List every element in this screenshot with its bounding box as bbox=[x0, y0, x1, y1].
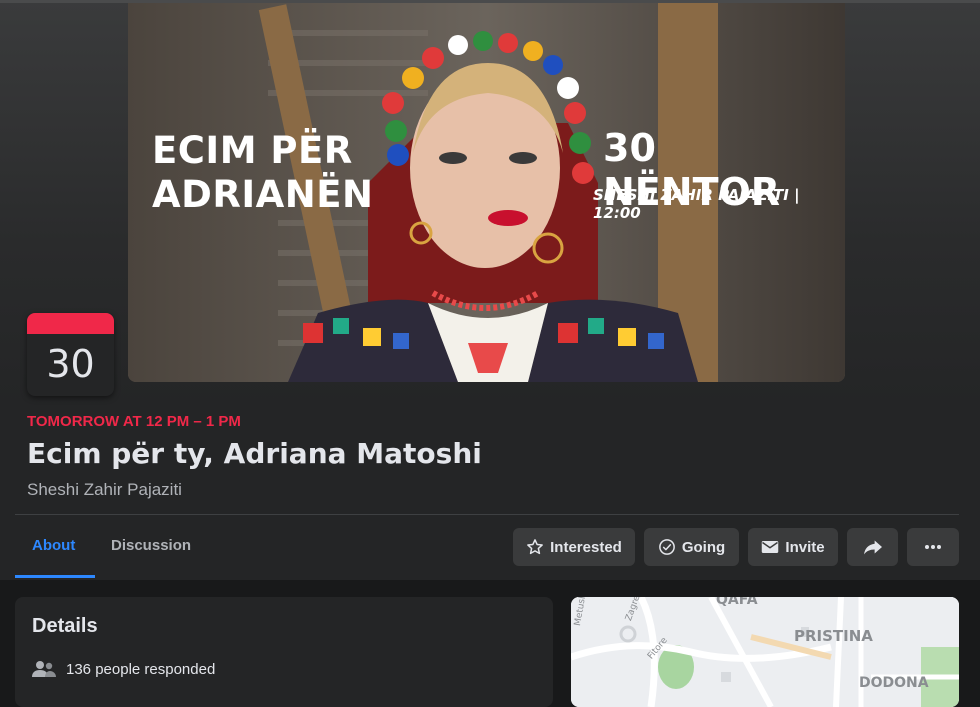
interested-label: Interested bbox=[550, 538, 622, 556]
cover-headline-line2: ADRIANËN bbox=[152, 173, 374, 216]
calendar-badge: 30 bbox=[27, 313, 114, 396]
more-options-button[interactable] bbox=[907, 528, 959, 566]
responded-count[interactable]: 136 people responded bbox=[66, 661, 215, 678]
going-label: Going bbox=[681, 538, 726, 556]
map-label-dodona: DODONA bbox=[859, 675, 929, 691]
event-location[interactable]: Sheshi Zahir Pajaziti bbox=[27, 480, 182, 500]
calendar-day: 30 bbox=[46, 342, 95, 386]
details-card: Details 136 people responded bbox=[15, 597, 553, 707]
cover-headline-line1: ECIM PËR bbox=[152, 129, 353, 172]
check-circle-icon bbox=[658, 539, 675, 555]
cover-place-time: SHESHI ZAHIR PAJAZITI | 12:00 bbox=[593, 186, 800, 222]
people-icon bbox=[32, 661, 56, 677]
cover-photo[interactable]: ECIM PËR ADRIANËN 30 NËNTOR SHESHI ZAHIR… bbox=[128, 3, 845, 382]
active-tab-indicator bbox=[15, 575, 95, 578]
tab-about[interactable]: About bbox=[32, 537, 75, 554]
more-dots-icon bbox=[925, 545, 941, 549]
divider bbox=[15, 514, 959, 515]
invite-label: Invite bbox=[785, 538, 825, 556]
location-map[interactable]: QAFA PRISTINA DODONA Metush K Zagreb Fit… bbox=[571, 597, 959, 707]
details-title: Details bbox=[32, 615, 98, 637]
event-time: TOMORROW AT 12 PM – 1 PM bbox=[27, 413, 241, 430]
share-arrow-icon bbox=[863, 540, 882, 555]
calendar-header bbox=[27, 313, 114, 334]
map-label-qafa: QAFA bbox=[716, 597, 758, 608]
map-label-pristina: PRISTINA bbox=[794, 627, 873, 645]
invite-button[interactable]: Invite bbox=[748, 528, 838, 566]
cover-headline: ECIM PËR ADRIANËN bbox=[152, 129, 373, 217]
interested-button[interactable]: Interested bbox=[513, 528, 635, 566]
envelope-icon bbox=[762, 541, 779, 553]
event-title: Ecim për ty, Adriana Matoshi bbox=[27, 437, 482, 470]
share-button[interactable] bbox=[847, 528, 898, 566]
going-button[interactable]: Going bbox=[644, 528, 739, 566]
tab-discussion[interactable]: Discussion bbox=[111, 537, 191, 554]
star-icon bbox=[527, 539, 544, 555]
